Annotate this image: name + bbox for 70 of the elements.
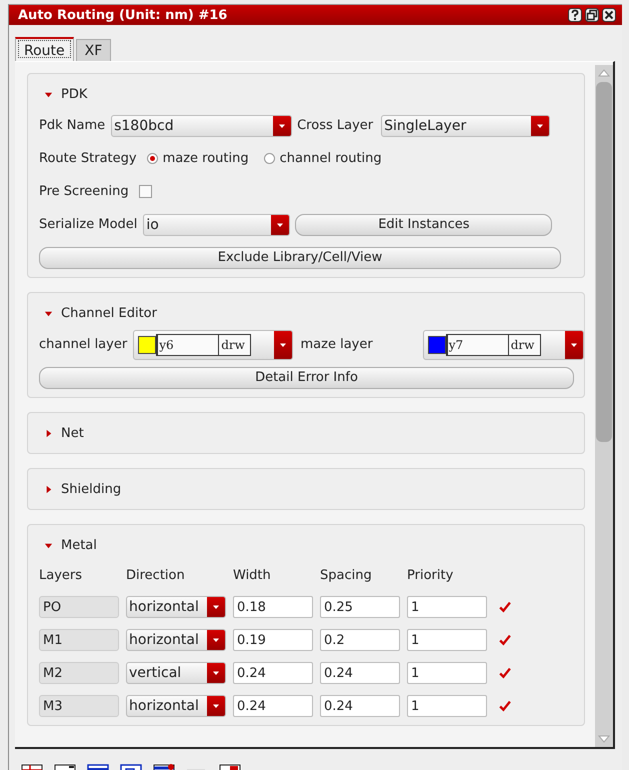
checkbox[interactable] — [138, 185, 152, 198]
window-title: Auto Routing (Unit: nm) #16 — [18, 8, 228, 22]
column-header: Width — [233, 566, 272, 584]
priority-field[interactable]: 1 — [407, 629, 487, 651]
checkbox[interactable] — [498, 666, 511, 680]
column-header: Layers — [39, 566, 84, 584]
priority-field[interactable]: 1 — [407, 695, 487, 717]
dropdown[interactable]: horizontal — [126, 596, 226, 618]
radio-label[interactable]: channel routing — [280, 151, 382, 166]
column-header: Direction — [126, 566, 186, 584]
expanded-arrow-icon[interactable] — [44, 90, 53, 98]
layer-cell: PO — [39, 596, 119, 618]
exclude-button[interactable]: Exclude Library/Cell/View — [39, 246, 561, 268]
layer-dropdown[interactable]: y7 drw — [422, 330, 584, 360]
dropdown[interactable]: io — [143, 214, 290, 236]
radio-button[interactable] — [146, 153, 158, 164]
width-field[interactable]: 0.24 — [233, 695, 313, 717]
section-title[interactable]: PDK — [61, 86, 88, 102]
field-label: channel layer — [39, 337, 128, 352]
layer-dropdown[interactable]: y6 drw — [133, 330, 293, 360]
layer-cell: M1 — [39, 629, 119, 651]
field-label: maze layer — [300, 337, 373, 352]
width-field[interactable]: 0.19 — [233, 629, 313, 651]
layer-cell: M2 — [39, 662, 119, 684]
column-header: Spacing — [320, 566, 373, 584]
layer-purpose: drw — [219, 334, 252, 356]
radio-label[interactable]: maze routing — [162, 151, 249, 166]
expanded-arrow-icon[interactable] — [44, 308, 53, 318]
layer-purpose: drw — [508, 334, 541, 356]
edit-instances-button[interactable]: Edit Instances — [295, 214, 552, 236]
priority-field[interactable]: 1 — [407, 596, 487, 618]
radio-button[interactable] — [264, 153, 275, 164]
priority-field[interactable]: 1 — [407, 662, 487, 684]
width-field[interactable]: 0.24 — [233, 662, 313, 684]
checkbox[interactable] — [498, 600, 511, 614]
field-label: Route Strategy — [39, 151, 137, 166]
spacing-field[interactable]: 0.2 — [320, 629, 400, 651]
section-title[interactable]: Metal — [61, 538, 97, 552]
section-title[interactable]: Channel Editor — [61, 306, 157, 320]
restore-icon[interactable] — [585, 8, 599, 22]
field-label: Pdk Name — [39, 118, 106, 133]
spacing-field[interactable]: 0.24 — [320, 662, 400, 684]
dropdown[interactable]: vertical — [126, 662, 226, 684]
collapsed-arrow-icon[interactable] — [44, 428, 53, 438]
dropdown[interactable]: s180bcd — [111, 114, 292, 136]
dropdown[interactable]: horizontal — [126, 695, 226, 717]
help-icon[interactable] — [568, 8, 582, 22]
collapsed-arrow-icon[interactable] — [44, 484, 53, 494]
section-title[interactable]: Shielding — [61, 482, 122, 496]
tab[interactable]: XF — [76, 39, 112, 61]
section-title[interactable]: Net — [61, 426, 84, 440]
dropdown[interactable]: horizontal — [126, 629, 226, 651]
checkbox[interactable] — [498, 700, 511, 712]
field-label: Pre Screening — [39, 184, 129, 199]
spacing-field[interactable]: 0.24 — [320, 695, 400, 717]
field-label: Serialize Model — [39, 217, 138, 232]
checkbox[interactable] — [498, 634, 511, 646]
expanded-arrow-icon[interactable] — [44, 540, 53, 550]
layer-cell: M3 — [39, 695, 119, 717]
field-label: Cross Layer — [297, 118, 374, 133]
column-header: Priority — [407, 566, 454, 584]
close-icon[interactable] — [602, 8, 616, 22]
detail-error-button[interactable]: Detail Error Info — [39, 366, 574, 388]
layer-name: y7 — [446, 334, 509, 356]
layer-name: y6 — [156, 334, 220, 356]
scroll-bar[interactable] — [595, 65, 613, 747]
spacing-field[interactable]: 0.25 — [320, 596, 400, 618]
dropdown[interactable]: SingleLayer — [381, 114, 550, 136]
width-field[interactable]: 0.18 — [233, 596, 313, 618]
tab[interactable]: Route — [15, 37, 74, 61]
